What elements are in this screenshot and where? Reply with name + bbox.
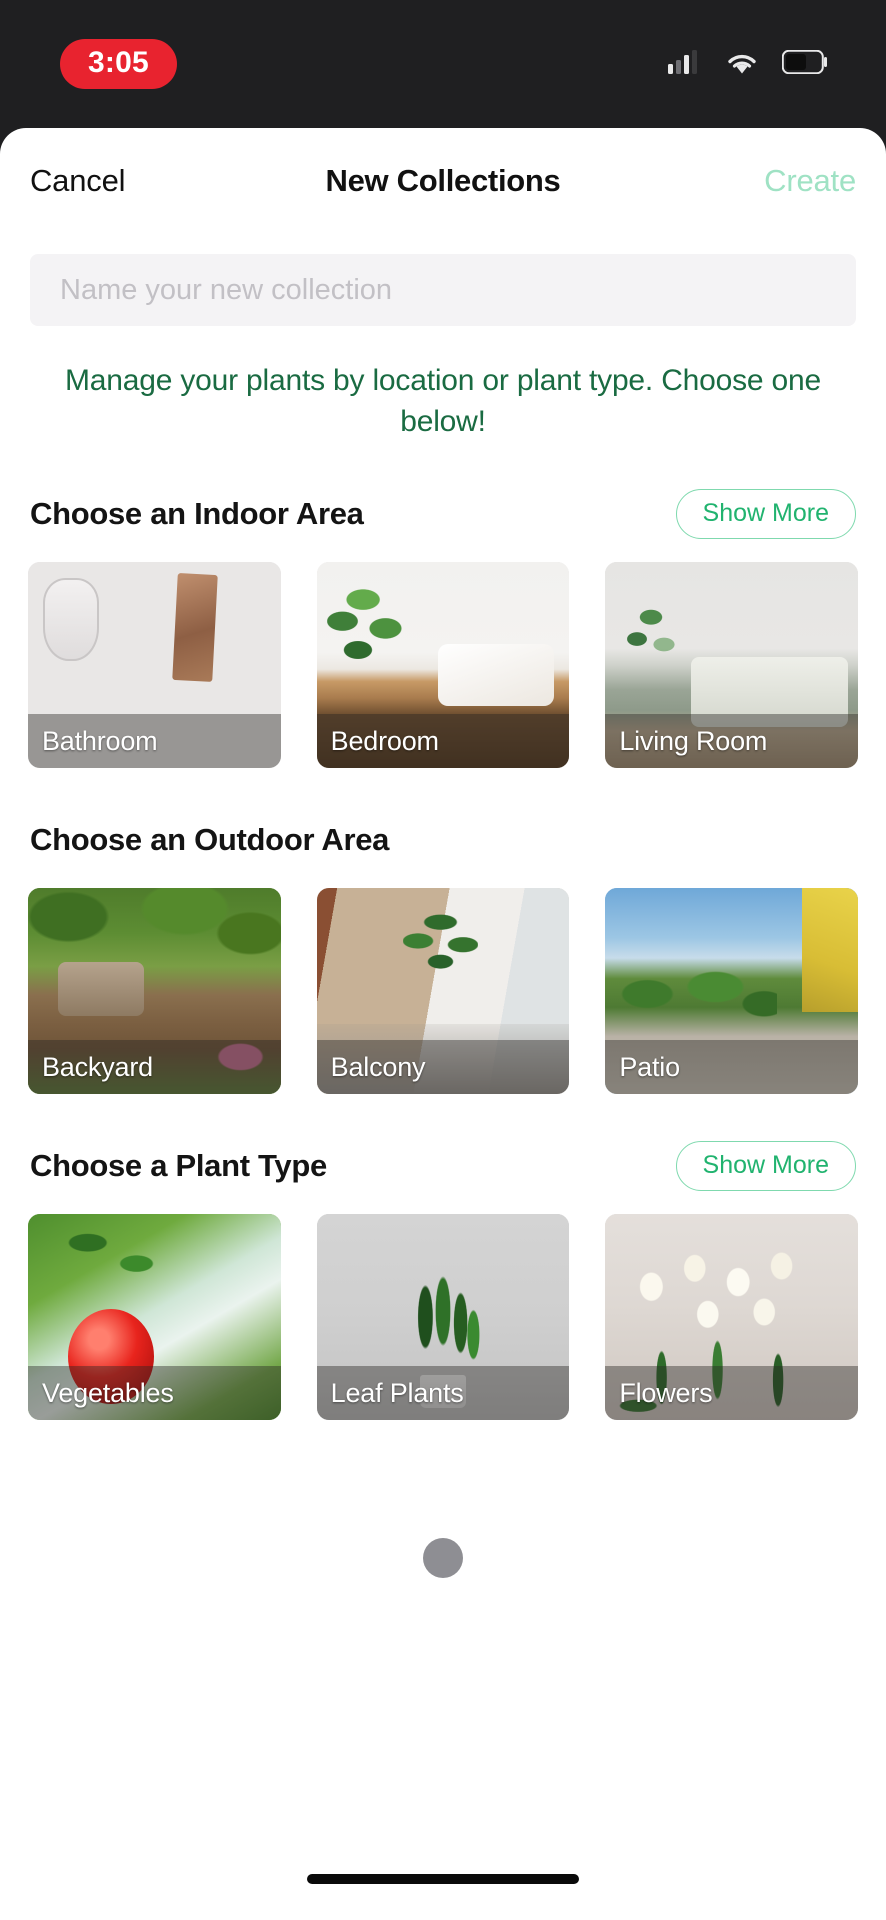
- section-header: Choose an Indoor Area Show More: [0, 486, 886, 542]
- cellular-signal-icon: [668, 49, 702, 79]
- card-label: Balcony: [316, 1040, 570, 1094]
- card-row: Bathroom Bedroom Living Room: [0, 562, 886, 768]
- show-more-button[interactable]: Show More: [675, 489, 856, 539]
- section-title: Choose an Indoor Area: [30, 496, 364, 531]
- section-title: Choose an Outdoor Area: [30, 822, 390, 857]
- status-bar: 3:05: [0, 0, 886, 128]
- battery-icon: [781, 49, 828, 79]
- collection-card[interactable]: Flowers: [605, 1214, 859, 1420]
- section: Choose an Indoor Area Show More Bathroom Be…: [0, 486, 886, 768]
- create-button[interactable]: Create: [764, 163, 856, 199]
- card-label: Leaf Plants: [316, 1366, 570, 1420]
- new-collection-sheet: Cancel New Collections Create Manage you…: [0, 128, 886, 1920]
- card-label: Backyard: [28, 1040, 281, 1094]
- page-title: New Collections: [325, 163, 561, 198]
- section-header: Choose a Plant Type Show More: [0, 1138, 886, 1194]
- cancel-button[interactable]: Cancel: [30, 163, 125, 199]
- collection-card[interactable]: Leaf Plants: [316, 1214, 570, 1420]
- scroll-indicator-dot[interactable]: [423, 1538, 463, 1578]
- collection-card[interactable]: Balcony: [316, 888, 570, 1094]
- card-label: Bedroom: [316, 714, 570, 768]
- sections-container: Choose an Indoor Area Show More Bathroom Be…: [0, 486, 886, 1420]
- card-label: Vegetables: [28, 1366, 281, 1420]
- section: Choose a Plant Type Show More Vegetables Le…: [0, 1138, 886, 1420]
- collection-card[interactable]: Vegetables: [28, 1214, 281, 1420]
- status-time: 3:05: [60, 39, 177, 89]
- card-label: Patio: [605, 1040, 859, 1094]
- collection-card[interactable]: Bedroom: [316, 562, 570, 768]
- card-label: Flowers: [605, 1366, 859, 1420]
- card-label: Living Room: [605, 714, 859, 768]
- sheet-navbar: Cancel New Collections Create: [0, 128, 886, 234]
- collection-card[interactable]: Backyard: [28, 888, 281, 1094]
- show-more-button[interactable]: Show More: [675, 1141, 856, 1191]
- subtitle-line-1: Manage your plants by location or plant …: [65, 364, 654, 397]
- collection-name-input[interactable]: [30, 254, 856, 326]
- name-field-container: [0, 254, 886, 326]
- scroll-indicator-row: [0, 1538, 886, 1578]
- section-title: Choose a Plant Type: [30, 1148, 327, 1183]
- card-row: Backyard Balcony Patio: [0, 888, 886, 1094]
- home-indicator[interactable]: [307, 1874, 579, 1884]
- collection-card[interactable]: Living Room: [605, 562, 859, 768]
- phone-screen: 3:05 Cancel New Collections Create Name …: [0, 0, 886, 1920]
- card-row: Vegetables Leaf Plants Flowers: [0, 1214, 886, 1420]
- sheet-subtitle: Manage your plants by location or plant …: [46, 360, 840, 442]
- section-header: Choose an Outdoor Area: [0, 812, 886, 868]
- card-label: Bathroom: [28, 714, 281, 768]
- collection-card[interactable]: Bathroom: [28, 562, 281, 768]
- collection-card[interactable]: Patio: [605, 888, 859, 1094]
- wifi-icon: [724, 49, 760, 80]
- section: Choose an Outdoor Area Backyard Balcony Pat…: [0, 812, 886, 1094]
- status-indicators: [668, 49, 838, 80]
